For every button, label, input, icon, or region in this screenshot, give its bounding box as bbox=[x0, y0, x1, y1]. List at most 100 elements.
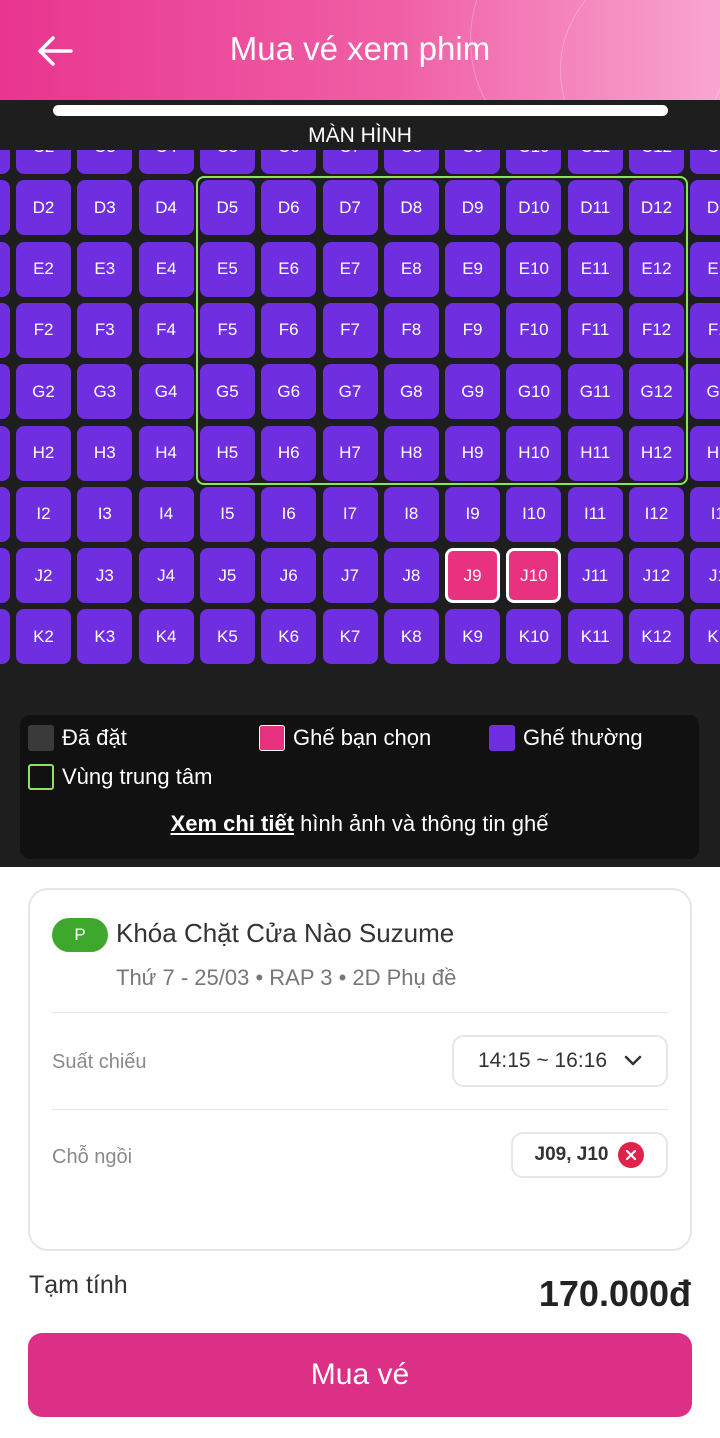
seat-d5[interactable]: D5 bbox=[199, 180, 255, 236]
seat-g11[interactable]: G11 bbox=[567, 364, 623, 420]
seat-k10[interactable]: K10 bbox=[506, 609, 562, 665]
seat-f6[interactable]: F6 bbox=[261, 302, 317, 358]
seat-c1[interactable]: C1 bbox=[690, 150, 720, 174]
seat-detail-link[interactable]: Xem chi tiết bbox=[171, 811, 294, 836]
seat-g2[interactable]: G2 bbox=[16, 364, 71, 420]
seat-c2[interactable]: C2 bbox=[16, 150, 71, 174]
seat-k12[interactable]: K12 bbox=[629, 609, 684, 665]
seat-c10[interactable]: C10 bbox=[506, 150, 562, 174]
seat-j11[interactable]: J11 bbox=[567, 548, 623, 604]
seat-i1[interactable]: I1 bbox=[690, 486, 720, 542]
seat-k5[interactable]: K5 bbox=[199, 609, 255, 665]
seat-h12[interactable]: H12 bbox=[629, 425, 684, 481]
seat-j9[interactable]: J9 bbox=[445, 548, 501, 604]
seat-i9[interactable]: I9 bbox=[445, 486, 501, 542]
seat-i12[interactable]: I12 bbox=[629, 486, 684, 542]
seat-c12[interactable]: C12 bbox=[629, 150, 684, 174]
seat-k6[interactable]: K6 bbox=[261, 609, 317, 665]
seat-edge[interactable] bbox=[0, 241, 10, 297]
seat-f8[interactable]: F8 bbox=[383, 302, 439, 358]
seat-map[interactable]: C2C3C4C5C6C7C8C9C10C11C12C1D2D3D4D5D6D7D… bbox=[0, 150, 720, 730]
seat-c7[interactable]: C7 bbox=[322, 150, 378, 174]
seat-g9[interactable]: G9 bbox=[445, 364, 501, 420]
seat-k9[interactable]: K9 bbox=[445, 609, 501, 665]
seat-g4[interactable]: G4 bbox=[138, 364, 194, 420]
remove-seats-button[interactable] bbox=[618, 1142, 645, 1168]
seat-edge[interactable] bbox=[0, 150, 10, 174]
seat-g7[interactable]: G7 bbox=[322, 364, 378, 420]
seat-d6[interactable]: D6 bbox=[261, 180, 317, 236]
seat-f10[interactable]: F10 bbox=[506, 302, 562, 358]
seat-edge[interactable] bbox=[0, 180, 10, 236]
seat-k3[interactable]: K3 bbox=[77, 609, 133, 665]
seat-i6[interactable]: I6 bbox=[261, 486, 317, 542]
seat-j5[interactable]: J5 bbox=[199, 548, 255, 604]
seat-edge[interactable] bbox=[0, 425, 10, 481]
seat-h2[interactable]: H2 bbox=[16, 425, 71, 481]
buy-ticket-button[interactable]: Mua vé bbox=[28, 1333, 692, 1417]
seat-c11[interactable]: C11 bbox=[567, 150, 623, 174]
seat-h1[interactable]: H1 bbox=[690, 425, 720, 481]
seat-f9[interactable]: F9 bbox=[445, 302, 501, 358]
seat-f2[interactable]: F2 bbox=[16, 302, 71, 358]
seat-h4[interactable]: H4 bbox=[138, 425, 194, 481]
seat-j6[interactable]: J6 bbox=[261, 548, 317, 604]
seat-d1[interactable]: D1 bbox=[690, 180, 720, 236]
seat-d9[interactable]: D9 bbox=[445, 180, 501, 236]
seat-e5[interactable]: E5 bbox=[199, 241, 255, 297]
seat-k8[interactable]: K8 bbox=[383, 609, 439, 665]
seat-e9[interactable]: E9 bbox=[445, 241, 501, 297]
seat-f7[interactable]: F7 bbox=[322, 302, 378, 358]
seat-j1[interactable]: J1 bbox=[690, 548, 720, 604]
seat-h11[interactable]: H11 bbox=[567, 425, 623, 481]
seat-h5[interactable]: H5 bbox=[199, 425, 255, 481]
seat-edge[interactable] bbox=[0, 302, 10, 358]
seat-i3[interactable]: I3 bbox=[77, 486, 133, 542]
seat-h3[interactable]: H3 bbox=[77, 425, 133, 481]
seat-e8[interactable]: E8 bbox=[383, 241, 439, 297]
seat-e10[interactable]: E10 bbox=[506, 241, 562, 297]
seat-f4[interactable]: F4 bbox=[138, 302, 194, 358]
seat-j7[interactable]: J7 bbox=[322, 548, 378, 604]
seat-d3[interactable]: D3 bbox=[77, 180, 133, 236]
seat-j2[interactable]: J2 bbox=[16, 548, 71, 604]
seat-d12[interactable]: D12 bbox=[629, 180, 684, 236]
seat-e1[interactable]: E1 bbox=[690, 241, 720, 297]
seat-k2[interactable]: K2 bbox=[16, 609, 71, 665]
seat-c4[interactable]: C4 bbox=[138, 150, 194, 174]
seat-g6[interactable]: G6 bbox=[261, 364, 317, 420]
seat-g12[interactable]: G12 bbox=[629, 364, 684, 420]
seat-j8[interactable]: J8 bbox=[383, 548, 439, 604]
seat-edge[interactable] bbox=[0, 364, 10, 420]
seat-g10[interactable]: G10 bbox=[506, 364, 562, 420]
seat-e12[interactable]: E12 bbox=[629, 241, 684, 297]
seat-j10[interactable]: J10 bbox=[506, 548, 562, 604]
seat-i7[interactable]: I7 bbox=[322, 486, 378, 542]
seat-edge[interactable] bbox=[0, 486, 10, 542]
seat-c5[interactable]: C5 bbox=[199, 150, 255, 174]
seat-f1[interactable]: F1 bbox=[690, 302, 720, 358]
seat-e2[interactable]: E2 bbox=[16, 241, 71, 297]
seat-f11[interactable]: F11 bbox=[567, 302, 623, 358]
seat-edge[interactable] bbox=[0, 548, 10, 604]
seat-g8[interactable]: G8 bbox=[383, 364, 439, 420]
seat-e11[interactable]: E11 bbox=[567, 241, 623, 297]
seat-c6[interactable]: C6 bbox=[261, 150, 317, 174]
seat-d2[interactable]: D2 bbox=[16, 180, 71, 236]
seat-d7[interactable]: D7 bbox=[322, 180, 378, 236]
seat-k4[interactable]: K4 bbox=[138, 609, 194, 665]
seat-f3[interactable]: F3 bbox=[77, 302, 133, 358]
seat-d4[interactable]: D4 bbox=[138, 180, 194, 236]
seat-f5[interactable]: F5 bbox=[199, 302, 255, 358]
seat-i10[interactable]: I10 bbox=[506, 486, 562, 542]
seat-j4[interactable]: J4 bbox=[138, 548, 194, 604]
seat-k7[interactable]: K7 bbox=[322, 609, 378, 665]
seat-h7[interactable]: H7 bbox=[322, 425, 378, 481]
seat-h8[interactable]: H8 bbox=[383, 425, 439, 481]
showtime-select[interactable]: 14:15 ~ 16:16 bbox=[452, 1035, 668, 1087]
seat-h9[interactable]: H9 bbox=[445, 425, 501, 481]
seat-j3[interactable]: J3 bbox=[77, 548, 133, 604]
seat-c8[interactable]: C8 bbox=[383, 150, 439, 174]
seat-i8[interactable]: I8 bbox=[383, 486, 439, 542]
seat-c9[interactable]: C9 bbox=[445, 150, 501, 174]
